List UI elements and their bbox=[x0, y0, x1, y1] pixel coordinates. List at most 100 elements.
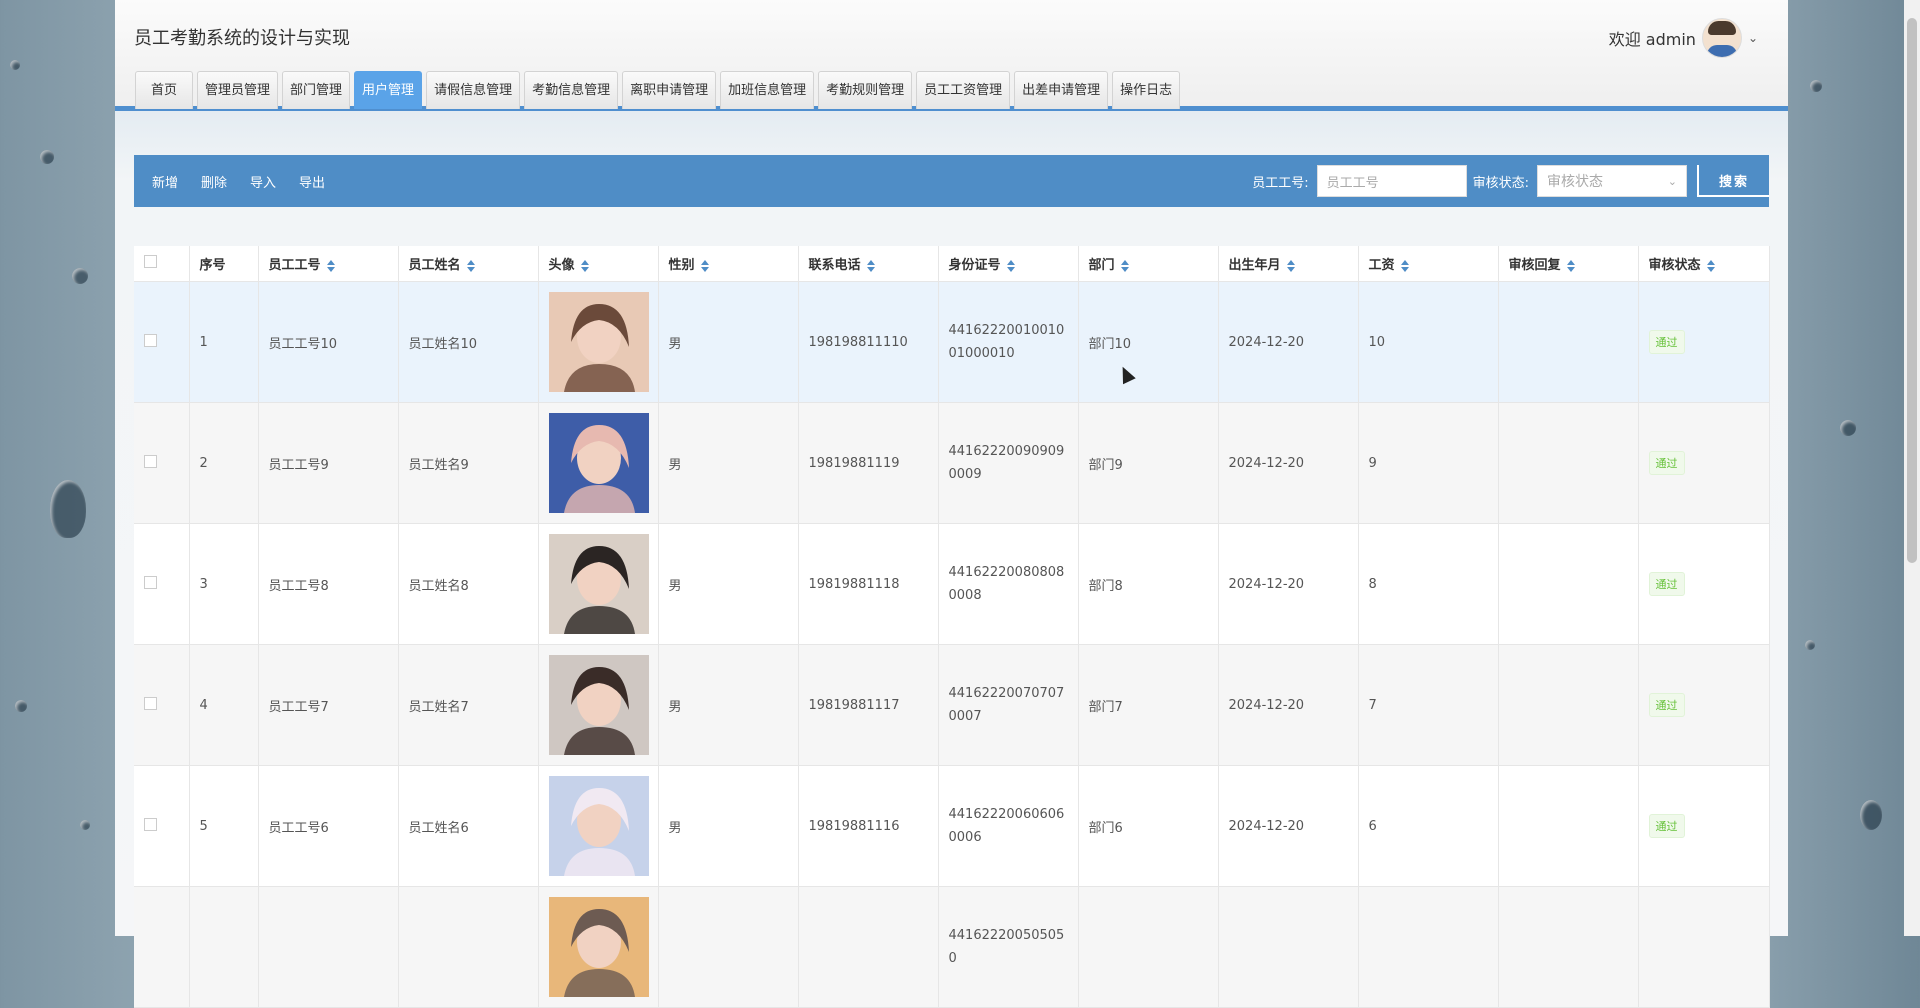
column-header[interactable]: 出生年月 bbox=[1218, 246, 1359, 282]
column-header-label: 身份证号 bbox=[948, 258, 1001, 273]
row-checkbox[interactable] bbox=[144, 333, 157, 347]
cell-text: 19819881118 bbox=[808, 576, 900, 592]
tab-8[interactable]: 考勤规则管理 bbox=[818, 71, 913, 109]
row-checkbox[interactable] bbox=[144, 817, 157, 831]
cell-gender: 男 bbox=[658, 523, 799, 645]
employee-photo bbox=[548, 655, 649, 755]
table-row[interactable]: 4 员工工号7 员工姓名7 男 19819881117 44162220070707000… bbox=[134, 644, 1770, 766]
status-select-placeholder: 审核状态 bbox=[1546, 174, 1603, 190]
avatar-cell bbox=[538, 765, 659, 887]
table-row[interactable]: 2 员工工号9 员工姓名9 男 19819881119 44162220090909000… bbox=[134, 402, 1770, 524]
import-button[interactable]: 导入 bbox=[250, 172, 276, 191]
column-header-label: 员工工号 bbox=[268, 258, 321, 273]
status-select[interactable]: 审核状态 ⌄ bbox=[1536, 165, 1687, 197]
column-header-label: 部门 bbox=[1088, 258, 1115, 273]
raindrop-decoration bbox=[1840, 420, 1856, 436]
cell-text: 员工姓名8 bbox=[408, 578, 469, 594]
column-header[interactable]: 部门 bbox=[1078, 246, 1219, 282]
cell-text: 部门6 bbox=[1088, 820, 1123, 836]
column-header[interactable]: 工资 bbox=[1358, 246, 1499, 282]
column-header[interactable]: 审核回复 bbox=[1498, 246, 1639, 282]
row-select-cell bbox=[134, 644, 190, 766]
sort-icon[interactable] bbox=[466, 259, 475, 272]
tab-2[interactable]: 部门管理 bbox=[282, 71, 351, 109]
tab-9[interactable]: 员工工资管理 bbox=[916, 71, 1011, 109]
chevron-down-icon[interactable]: ⌄ bbox=[1748, 31, 1758, 45]
cell-gender: 男 bbox=[658, 402, 799, 524]
status-badge: 通过 bbox=[1648, 693, 1685, 717]
tab-0[interactable]: 首页 bbox=[135, 71, 194, 109]
delete-button[interactable]: 删除 bbox=[201, 172, 227, 191]
avatar[interactable] bbox=[1701, 18, 1742, 58]
sort-icon[interactable] bbox=[1120, 259, 1129, 272]
cell-idx: 1 bbox=[189, 281, 259, 403]
row-checkbox[interactable] bbox=[144, 575, 157, 589]
search-button[interactable]: 搜索 bbox=[1696, 165, 1769, 197]
scrollbar[interactable] bbox=[1904, 0, 1920, 936]
sort-icon[interactable] bbox=[1006, 259, 1015, 272]
column-header-label: 员工姓名 bbox=[408, 258, 461, 273]
cell-gender bbox=[658, 886, 799, 1008]
tab-6[interactable]: 离职申请管理 bbox=[622, 71, 717, 109]
cell-no bbox=[258, 886, 399, 1008]
cell-text: 员工姓名7 bbox=[408, 699, 469, 715]
employee-no-input[interactable]: 员工工号 bbox=[1316, 165, 1467, 197]
tab-11[interactable]: 操作日志 bbox=[1112, 71, 1181, 109]
tab-4[interactable]: 请假信息管理 bbox=[426, 71, 521, 109]
cell-dept: 部门10 bbox=[1078, 281, 1219, 403]
select-all-checkbox[interactable] bbox=[144, 255, 157, 268]
sort-icon[interactable] bbox=[700, 259, 709, 272]
column-header[interactable]: 联系电话 bbox=[798, 246, 939, 282]
column-header[interactable]: 性别 bbox=[658, 246, 799, 282]
cell-text: 员工工号10 bbox=[268, 336, 338, 352]
cell-text: 员工姓名10 bbox=[408, 336, 478, 352]
column-header[interactable]: 身份证号 bbox=[938, 246, 1079, 282]
table-body: 1 员工工号10 员工姓名10 男 198198811110 44162220010010… bbox=[134, 281, 1770, 1008]
sort-icon[interactable] bbox=[1286, 259, 1295, 272]
table-row[interactable]: 5 员工工号6 员工姓名6 男 19819881116 44162220060606000… bbox=[134, 765, 1770, 887]
column-header[interactable]: 员工姓名 bbox=[398, 246, 539, 282]
sort-icon[interactable] bbox=[1566, 259, 1575, 272]
column-header[interactable]: 员工工号 bbox=[258, 246, 399, 282]
sort-icon[interactable] bbox=[1400, 259, 1409, 272]
cell-dept: 部门6 bbox=[1078, 765, 1219, 887]
cell-text: 2024-12-20 bbox=[1228, 455, 1305, 471]
export-button[interactable]: 导出 bbox=[299, 172, 325, 191]
add-button[interactable]: 新增 bbox=[152, 172, 178, 191]
cell-text: 19819881116 bbox=[808, 818, 900, 834]
cell-reply bbox=[1498, 644, 1639, 766]
row-select-cell bbox=[134, 886, 190, 1008]
table-row[interactable]: 441622200505050 bbox=[134, 886, 1770, 1008]
column-header-label: 审核状态 bbox=[1648, 258, 1701, 273]
tab-7[interactable]: 加班信息管理 bbox=[720, 71, 815, 109]
column-header-label: 工资 bbox=[1368, 258, 1395, 273]
sort-icon[interactable] bbox=[1706, 259, 1715, 272]
avatar-cell bbox=[538, 402, 659, 524]
table-row[interactable]: 1 员工工号10 员工姓名10 男 198198811110 44162220010010… bbox=[134, 281, 1770, 403]
status-label: 审核状态: bbox=[1472, 175, 1529, 191]
tab-5[interactable]: 考勤信息管理 bbox=[524, 71, 619, 109]
cell-text: 5 bbox=[199, 818, 208, 834]
tab-3[interactable]: 用户管理 bbox=[354, 71, 423, 109]
cell-text: 10 bbox=[1368, 334, 1386, 350]
scrollbar-thumb[interactable] bbox=[1907, 18, 1917, 563]
sort-icon[interactable] bbox=[866, 259, 875, 272]
row-select-cell bbox=[134, 765, 190, 887]
tab-1[interactable]: 管理员管理 bbox=[197, 71, 279, 109]
status-cell bbox=[1638, 886, 1770, 1008]
cell-text: 1 bbox=[199, 334, 208, 350]
cell-birth bbox=[1218, 886, 1359, 1008]
sort-icon[interactable] bbox=[326, 259, 335, 272]
tab-10[interactable]: 出差申请管理 bbox=[1014, 71, 1109, 109]
row-checkbox[interactable] bbox=[144, 696, 157, 710]
status-cell: 通过 bbox=[1638, 765, 1770, 887]
cell-text: 4 bbox=[199, 697, 208, 713]
row-checkbox[interactable] bbox=[144, 454, 157, 468]
employee-no-label: 员工工号: bbox=[1252, 175, 1309, 191]
table-row[interactable]: 3 员工工号8 员工姓名8 男 19819881118 44162220080808000… bbox=[134, 523, 1770, 645]
cell-text: 2 bbox=[199, 455, 208, 471]
sort-icon[interactable] bbox=[580, 259, 589, 272]
column-header[interactable]: 头像 bbox=[538, 246, 659, 282]
column-header[interactable]: 审核状态 bbox=[1638, 246, 1770, 282]
user-menu[interactable]: 欢迎 admin ⌄ bbox=[1609, 18, 1758, 58]
